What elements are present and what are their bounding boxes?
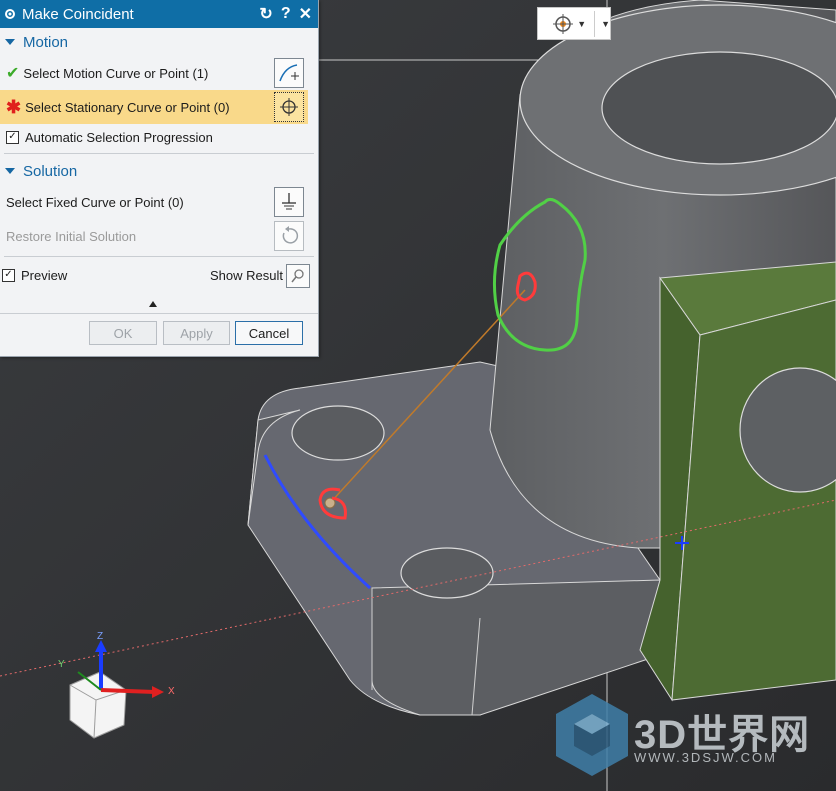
help-icon[interactable]: ? — [281, 5, 291, 23]
select-motion-label: Select Motion Curve or Point (1) — [23, 65, 209, 81]
restore-solution-button[interactable] — [274, 221, 304, 251]
ground-icon — [282, 193, 296, 210]
snap-point-icon[interactable] — [550, 11, 575, 37]
show-result-button[interactable] — [286, 264, 310, 288]
expand-more-icon[interactable] — [149, 301, 157, 307]
make-coincident-dialog: Make Coincident ↻ ? ✕ Motion ✔ Select Mo… — [0, 0, 319, 357]
restore-solution-label: Restore Initial Solution — [6, 228, 137, 244]
motion-section-header[interactable]: Motion — [0, 28, 318, 56]
ok-button[interactable]: OK — [89, 321, 157, 345]
checkmark-icon: ✔ — [6, 65, 20, 82]
curve-select-icon — [279, 64, 299, 82]
cylinder-bore[interactable] — [601, 51, 836, 165]
point-crosshair-icon — [280, 98, 298, 116]
restore-icon — [282, 226, 299, 244]
curve-selection-button[interactable] — [274, 58, 304, 88]
cancel-button[interactable]: Cancel — [235, 321, 303, 345]
triad-x-label: X — [168, 686, 175, 697]
section-divider — [4, 256, 314, 257]
auto-progression-label: Automatic Selection Progression — [25, 129, 213, 145]
solution-section-header[interactable]: Solution — [0, 157, 318, 185]
select-stationary-label: Select Stationary Curve or Point (0) — [25, 99, 230, 115]
magnifier-icon — [291, 269, 304, 283]
triad-z-label: Z — [97, 631, 103, 642]
collapse-triangle-icon[interactable] — [5, 39, 15, 45]
preview-checkbox[interactable]: ✓ — [2, 268, 15, 282]
motion-section-title: Motion — [23, 33, 69, 51]
watermark-cube-logo — [556, 694, 628, 776]
select-fixed-label: Select Fixed Curve or Point (0) — [6, 194, 184, 210]
apply-button[interactable]: Apply — [163, 321, 230, 345]
auto-progression-row[interactable]: ✓ Automatic Selection Progression — [0, 124, 318, 150]
point-selection-button[interactable] — [274, 92, 304, 122]
select-stationary-row[interactable]: ✱ Select Stationary Curve or Point (0) — [0, 90, 308, 124]
dialog-titlebar[interactable]: Make Coincident ↻ ? ✕ — [0, 0, 318, 28]
auto-progression-checkbox[interactable]: ✓ — [6, 130, 19, 144]
section-divider — [4, 153, 314, 154]
select-motion-row[interactable]: ✔ Select Motion Curve or Point (1) — [0, 56, 318, 90]
preview-row[interactable]: ✓ Preview Show Result — [0, 260, 318, 290]
base-hole-front[interactable] — [400, 547, 494, 599]
show-result-label: Show Result — [210, 267, 283, 283]
collapse-triangle-icon[interactable] — [5, 168, 15, 174]
restore-solution-row[interactable]: Restore Initial Solution — [0, 219, 318, 253]
watermark: 3D世界网 WWW.3DSJW.COM — [552, 692, 822, 782]
snap-point-dropdown-icon[interactable]: ▼ — [577, 19, 586, 29]
close-icon[interactable]: ✕ — [299, 4, 312, 24]
snap-point-toolbar[interactable]: ▼ ▼ — [537, 7, 611, 40]
triad-y-label: Y — [58, 659, 65, 670]
watermark-url: WWW.3DSJW.COM — [634, 750, 777, 765]
solution-section-title: Solution — [23, 162, 78, 180]
reset-icon[interactable]: ↻ — [259, 4, 272, 24]
select-fixed-row[interactable]: Select Fixed Curve or Point (0) — [0, 185, 318, 219]
base-hole-back[interactable] — [291, 405, 385, 461]
fixed-selection-button[interactable] — [274, 187, 304, 217]
gear-icon — [2, 6, 18, 22]
preview-label: Preview — [21, 267, 68, 283]
footer-divider — [0, 313, 318, 314]
toolbar-more-icon[interactable]: ▼ — [601, 19, 610, 29]
toolbar-divider — [594, 10, 596, 37]
required-asterisk-icon: ✱ — [6, 96, 22, 117]
dialog-title: Make Coincident — [22, 5, 134, 23]
